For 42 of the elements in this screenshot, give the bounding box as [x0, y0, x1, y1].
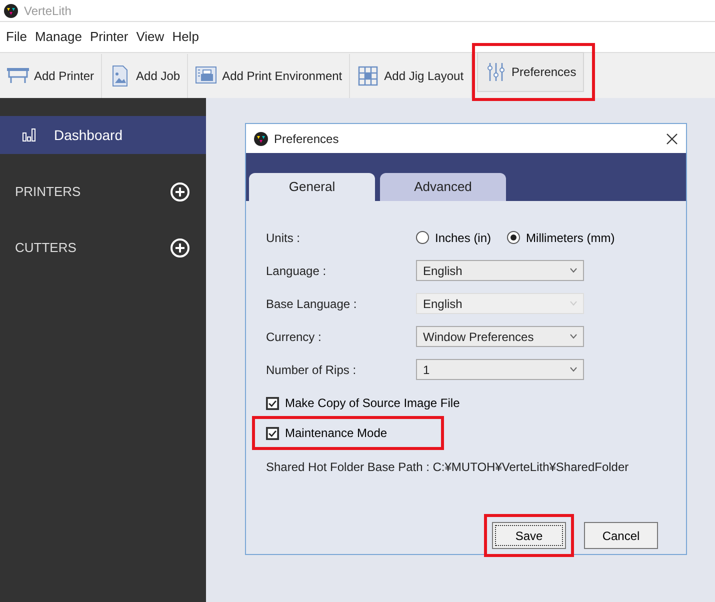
field-label: Currency :	[266, 328, 322, 346]
radio-option[interactable]: Millimeters (mm)	[507, 228, 615, 246]
dialog-button[interactable]: Save	[492, 522, 566, 549]
grid-icon	[357, 64, 380, 86]
toolbar-button[interactable]: Preferences	[476, 52, 584, 92]
dialog-title: Preferences	[274, 130, 339, 148]
bar-chart-icon	[22, 128, 36, 142]
path-text: Shared Hot Folder Base Path : C:¥MUTOH¥VerteLith¥SharedFolder	[266, 459, 630, 476]
printer-window-icon	[195, 64, 218, 86]
section-heading: CUTTERS	[15, 239, 76, 258]
app-logo-icon	[254, 132, 268, 146]
dropdown[interactable]: Window Preferences	[416, 326, 584, 347]
field-label: Base Language :	[266, 296, 358, 312]
field-label: Number of Rips :	[266, 362, 358, 378]
sidebar-item[interactable]: Dashboard	[0, 116, 206, 154]
dropdown[interactable]: 1	[416, 359, 584, 380]
close-icon[interactable]	[666, 133, 678, 146]
checkbox[interactable]: Make Copy of Source Image File	[266, 394, 460, 412]
radio-option[interactable]: Inches (in)	[416, 228, 492, 246]
sliders-icon	[484, 60, 507, 82]
add-icon[interactable]	[170, 238, 190, 258]
dropdown: English	[416, 293, 584, 314]
dropdown[interactable]: English	[416, 260, 584, 281]
checkbox[interactable]: Maintenance Mode	[266, 424, 388, 442]
menu-item[interactable]: Help	[168, 27, 203, 47]
section-heading: PRINTERS	[15, 183, 81, 202]
app-logo-icon	[4, 4, 18, 18]
tab[interactable]: General	[249, 173, 375, 201]
menu-item[interactable]: Manage	[30, 27, 86, 47]
chevron-down-icon	[570, 334, 577, 339]
chevron-down-icon	[570, 301, 577, 306]
window-title: VerteLith	[24, 2, 72, 20]
field-label: Language :	[266, 262, 328, 280]
chevron-down-icon	[570, 367, 577, 372]
dialog-button[interactable]: Cancel	[584, 522, 658, 549]
tab[interactable]: Advanced	[380, 173, 506, 201]
chevron-down-icon	[570, 268, 577, 273]
menu-item[interactable]: Printer	[86, 27, 132, 47]
menu-item[interactable]: File	[2, 27, 31, 47]
menu-item[interactable]: View	[132, 27, 168, 47]
add-icon[interactable]	[170, 182, 190, 202]
field-label: Units :	[266, 230, 302, 246]
